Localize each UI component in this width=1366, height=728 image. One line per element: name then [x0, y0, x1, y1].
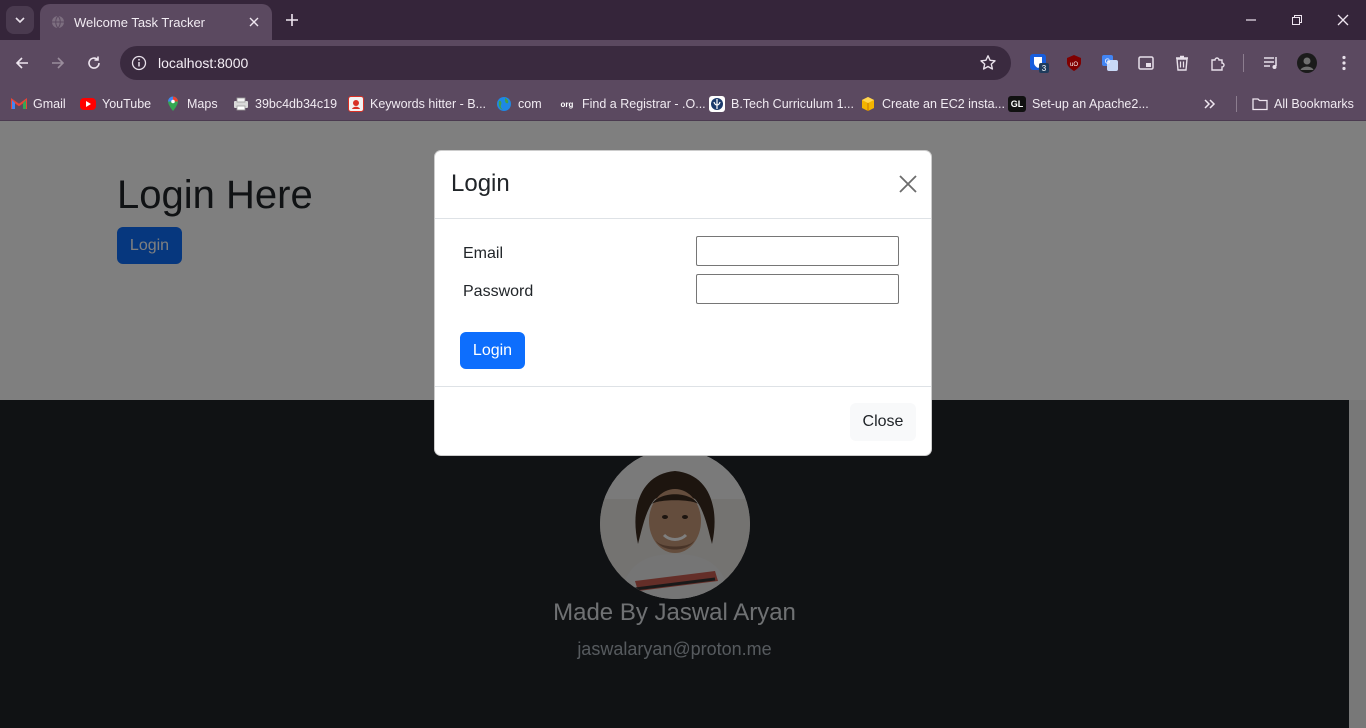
globe-icon — [50, 14, 66, 30]
back-button[interactable] — [7, 48, 37, 78]
bookmark-maps[interactable]: Maps — [165, 92, 218, 116]
bookmark-label: com — [518, 97, 542, 111]
picture-in-picture-icon[interactable] — [1135, 52, 1157, 74]
browser-menu-icon[interactable] — [1333, 52, 1355, 74]
close-icon[interactable] — [895, 171, 921, 197]
bookmarks-bar: Gmail YouTube Maps 39bc4db34c19 Keywords… — [0, 86, 1366, 121]
bookmark-find-a-registrar[interactable]: org Find a Registrar - .O... — [558, 92, 706, 116]
tab-title: Welcome Task Tracker — [74, 14, 206, 30]
bookmark-label: Set-up an Apache2... — [1032, 97, 1149, 111]
translate-extension-icon[interactable]: G — [1099, 52, 1121, 74]
university-icon — [709, 96, 725, 112]
bookmark-star-icon[interactable] — [973, 48, 1003, 78]
bookmark-label: Gmail — [33, 97, 66, 111]
gl-icon: GL — [1008, 96, 1026, 112]
bookmark-label: B.Tech Curriculum 1... — [731, 97, 854, 111]
new-tab-button[interactable] — [280, 8, 304, 32]
bookmark-39bc4db34c19[interactable]: 39bc4db34c19 — [233, 92, 337, 116]
password-field[interactable] — [696, 274, 899, 304]
close-window-button[interactable] — [1320, 0, 1366, 40]
keywords-icon — [348, 96, 364, 112]
bookmark-btech-curriculum[interactable]: B.Tech Curriculum 1... — [709, 92, 854, 116]
folder-icon — [1252, 96, 1268, 112]
double-chevron-right-icon — [1204, 99, 1216, 109]
bookmark-keywords-hitter[interactable]: Keywords hitter - B... — [348, 92, 486, 116]
minimize-button[interactable] — [1228, 0, 1274, 40]
email-field[interactable] — [696, 236, 899, 266]
aws-box-icon — [860, 96, 876, 112]
bookmark-label: 39bc4db34c19 — [255, 97, 338, 111]
modal-header: Login — [435, 151, 931, 219]
printer-icon — [233, 96, 249, 112]
more-bookmarks-button[interactable] — [1203, 92, 1217, 116]
bookmark-youtube[interactable]: YouTube — [80, 92, 151, 116]
arrow-right-icon — [52, 57, 65, 69]
restore-icon — [1292, 15, 1302, 25]
youtube-icon — [80, 98, 96, 110]
close-tab-icon[interactable] — [246, 14, 262, 30]
login-modal: Login Email Password Login Close — [434, 150, 932, 456]
all-bookmarks-button[interactable]: All Bookmarks — [1252, 92, 1354, 116]
reload-icon — [88, 56, 100, 69]
tab-search-button[interactable] — [6, 6, 34, 34]
trash-extension-icon[interactable] — [1171, 52, 1193, 74]
globe-icon — [496, 96, 512, 112]
restore-button[interactable] — [1274, 0, 1320, 40]
gmail-icon — [11, 96, 27, 112]
toolbar-divider — [1243, 54, 1244, 72]
media-controls-icon[interactable] — [1260, 52, 1282, 74]
all-bookmarks-label: All Bookmarks — [1274, 97, 1354, 111]
bookmark-com[interactable]: com — [496, 92, 542, 116]
browser-tab[interactable]: Welcome Task Tracker — [40, 4, 272, 40]
svg-text:uO: uO — [1070, 62, 1078, 68]
tab-strip: Welcome Task Tracker — [0, 0, 1366, 40]
extensions-puzzle-icon[interactable] — [1207, 52, 1229, 74]
bookmark-label: Create an EC2 insta... — [882, 97, 1005, 111]
minimize-icon — [1246, 19, 1256, 21]
arrow-left-icon — [15, 57, 28, 69]
forward-button[interactable] — [43, 48, 73, 78]
modal-title: Login — [451, 170, 510, 197]
url-text: localhost:8000 — [158, 55, 249, 71]
bookmark-label: YouTube — [102, 97, 152, 111]
bookmark-label: Maps — [187, 97, 218, 111]
close-icon — [1337, 14, 1349, 26]
password-label: Password — [463, 283, 534, 300]
bookmark-create-ec2[interactable]: Create an EC2 insta... — [860, 92, 1005, 116]
address-bar[interactable]: localhost:8000 — [120, 46, 1011, 80]
email-label: Email — [463, 245, 504, 262]
bitwarden-extension-icon[interactable]: 3 — [1028, 52, 1050, 74]
bookmark-label: Keywords hitter - B... — [370, 97, 487, 111]
site-info-icon[interactable] — [130, 54, 148, 72]
bookmark-apache2[interactable]: GL Set-up an Apache2... — [1008, 92, 1149, 116]
svg-text:G: G — [1105, 59, 1110, 66]
reload-button[interactable] — [79, 48, 109, 78]
browser-toolbar: localhost:8000 3 uO G — [0, 40, 1366, 86]
profile-avatar-icon[interactable] — [1296, 52, 1318, 74]
login-submit-button[interactable]: Login — [460, 332, 525, 369]
bookmark-label: Find a Registrar - .O... — [582, 97, 706, 111]
org-icon: org — [560, 99, 574, 109]
page-viewport: Login Here Login Made By Jaswal Aryan ja… — [0, 121, 1366, 728]
close-modal-button[interactable]: Close — [850, 403, 916, 441]
extension-badge-count: 3 — [1042, 64, 1047, 73]
modal-footer: Close — [435, 386, 931, 455]
plus-icon — [286, 14, 298, 26]
chevron-down-icon — [15, 17, 25, 24]
bookmark-gmail[interactable]: Gmail — [11, 92, 66, 116]
ublock-extension-icon[interactable]: uO — [1063, 52, 1085, 74]
maps-icon — [165, 96, 181, 112]
bookmarks-divider — [1236, 96, 1237, 112]
